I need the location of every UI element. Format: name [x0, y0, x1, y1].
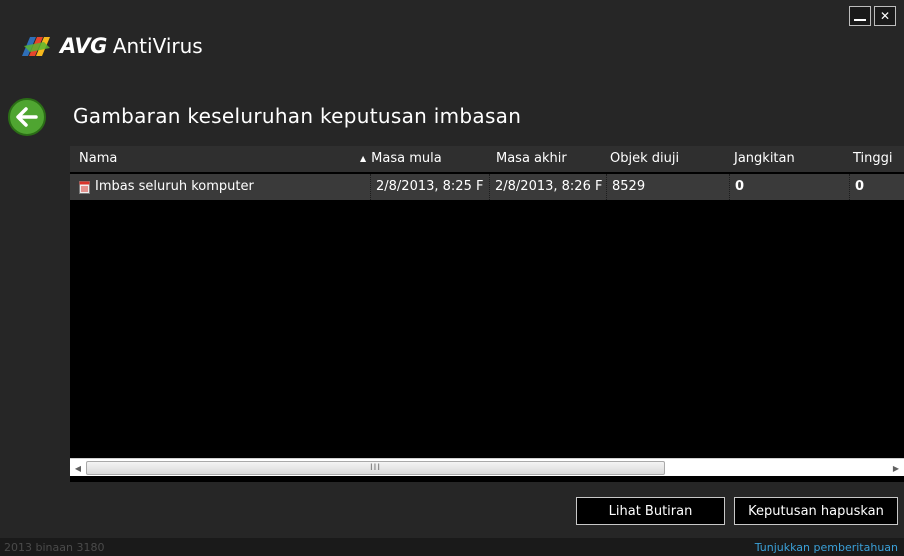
cell-infections: 0: [729, 174, 848, 200]
show-notifications-link[interactable]: Tunjukkan pemberitahuan: [755, 541, 898, 554]
column-header-name[interactable]: Nama: [79, 151, 117, 166]
status-bar: 2013 binaan 3180 Tunjukkan pemberitahuan: [0, 538, 904, 556]
minimize-button[interactable]: [849, 6, 871, 26]
cell-high: 0: [849, 174, 904, 200]
cell-end-time: 2/8/2013, 8:26 F: [489, 174, 606, 200]
app-window: ✕ AVG AntiVirus Gambaran keseluruhan kep…: [0, 0, 904, 556]
column-header-infections[interactable]: Jangkitan: [734, 151, 795, 166]
column-header-high[interactable]: Tinggi: [853, 151, 893, 166]
grip-icon: III: [370, 463, 381, 473]
app-logo: AVG AntiVirus: [20, 34, 203, 58]
column-header-objects-tested[interactable]: Objek diuji: [610, 151, 679, 166]
scroll-right-button[interactable]: ▶: [888, 459, 904, 477]
product-name: AntiVirus: [112, 34, 203, 58]
close-icon: ✕: [879, 9, 891, 23]
horizontal-scrollbar[interactable]: ◀ III ▶: [70, 458, 904, 476]
column-header-end-time[interactable]: Masa akhir: [496, 151, 567, 166]
chevron-left-icon: ◀: [74, 463, 82, 473]
sort-ascending-icon: ▲: [360, 154, 367, 163]
table-row[interactable]: Imbas seluruh komputer 2/8/2013, 8:25 F …: [70, 174, 904, 200]
back-button[interactable]: [8, 98, 46, 136]
cell-objects-tested: 8529: [606, 174, 727, 200]
table-header: Nama ▲ Masa mula Masa akhir Objek diuji J…: [70, 146, 904, 172]
chevron-right-icon: ▶: [892, 463, 900, 473]
close-button[interactable]: ✕: [874, 6, 896, 26]
minimize-icon: [854, 19, 866, 21]
cell-name: Imbas seluruh komputer: [70, 174, 360, 200]
avg-logo-icon: [22, 37, 50, 56]
document-report-icon: [79, 180, 90, 194]
column-header-start-time[interactable]: ▲ Masa mula: [360, 151, 442, 166]
brand-name: AVG: [60, 34, 107, 58]
view-details-button[interactable]: Lihat Butiran: [576, 497, 725, 525]
scroll-left-button[interactable]: ◀: [70, 459, 86, 477]
cell-start-time: 2/8/2013, 8:25 F: [370, 174, 490, 200]
version-label: 2013 binaan 3180: [4, 541, 105, 554]
window-controls: ✕: [849, 6, 896, 26]
scrollbar-thumb[interactable]: III: [86, 461, 665, 475]
page-title: Gambaran keseluruhan keputusan imbasan: [73, 104, 522, 128]
delete-results-button[interactable]: Keputusan hapuskan: [734, 497, 898, 525]
arrow-left-icon: [16, 107, 38, 127]
results-table: Nama ▲ Masa mula Masa akhir Objek diuji J…: [70, 146, 904, 482]
